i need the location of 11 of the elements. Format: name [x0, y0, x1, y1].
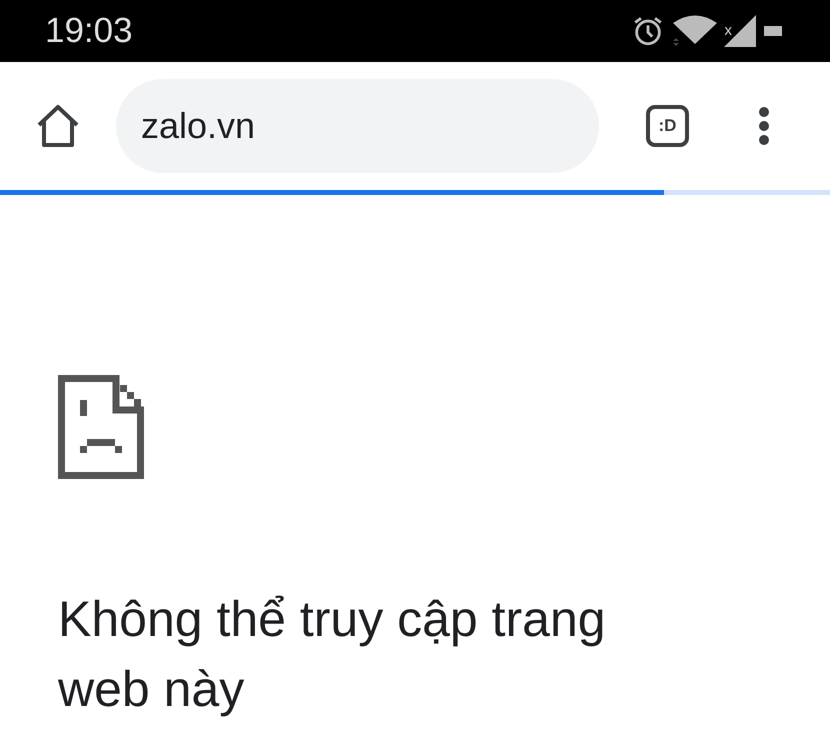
wifi-icon [670, 14, 718, 48]
cell-signal-icon [724, 15, 758, 47]
data-off-mark: x [724, 22, 732, 39]
home-icon[interactable] [35, 104, 81, 148]
tab-switcher-button[interactable]: :D [646, 105, 689, 147]
address-bar[interactable]: zalo.vn [116, 79, 599, 173]
menu-icon[interactable] [758, 106, 770, 146]
battery-icon [764, 26, 782, 36]
sad-page-icon [58, 375, 144, 479]
clock-time: 19:03 [45, 11, 133, 51]
error-heading: Không thể truy cập trang web này [58, 590, 607, 719]
